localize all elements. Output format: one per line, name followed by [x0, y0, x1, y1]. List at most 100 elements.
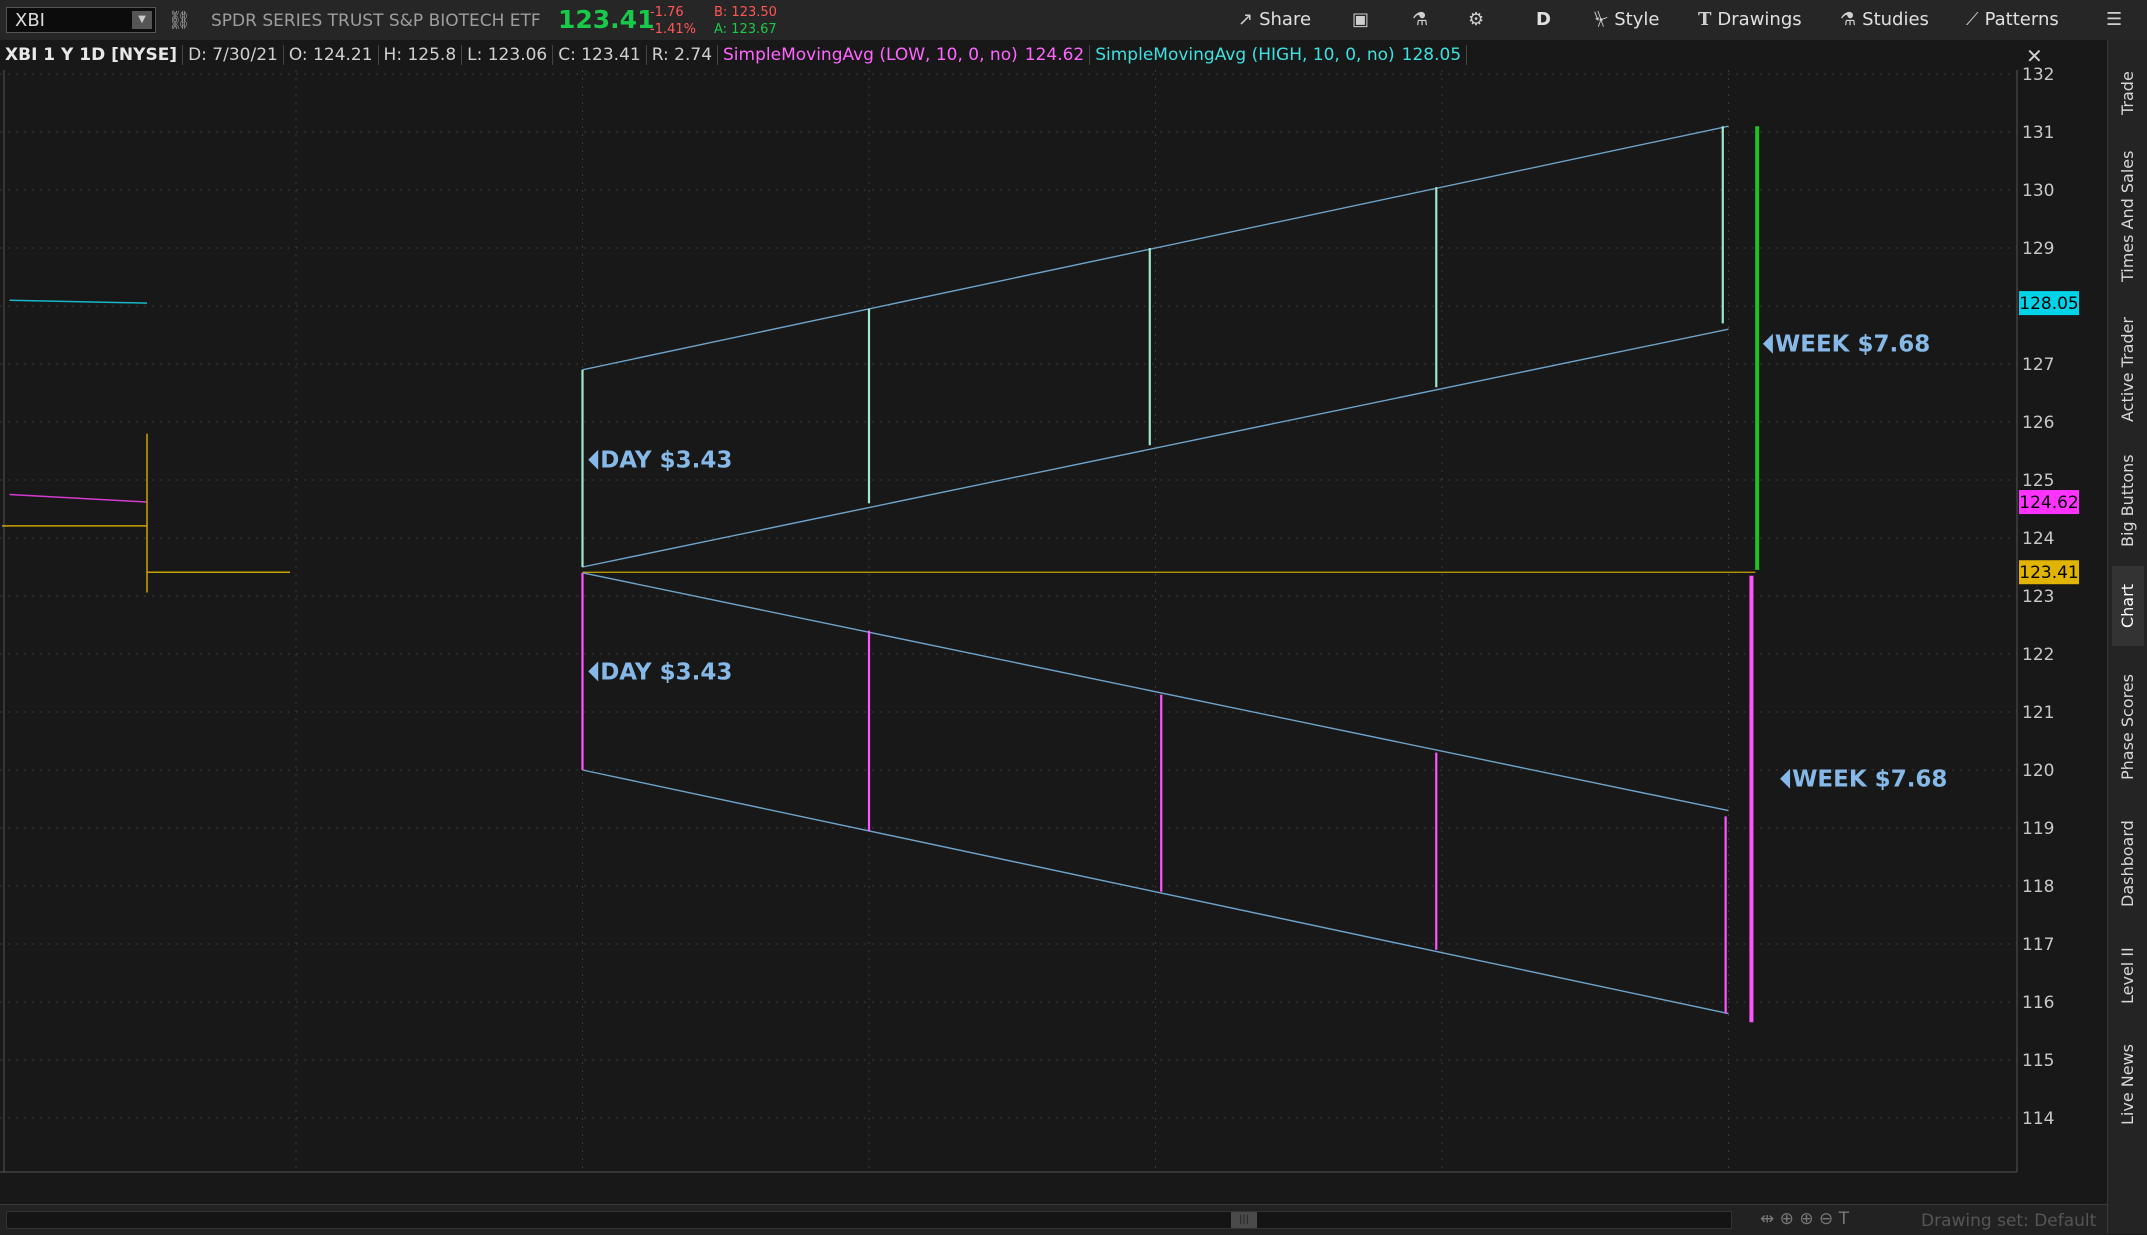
x-tick-label: 8/2 [296, 1178, 323, 1180]
chart-info-bar: XBI 1 Y 1D [NYSE] D: 7/30/21 O: 124.21 H: 1… [0, 41, 1468, 69]
info-date: D: 7/30/21 [183, 45, 284, 65]
y-tick-label: 125 [2022, 471, 2054, 491]
text-icon[interactable]: T [1839, 1209, 1849, 1229]
net-change: -1.76 [650, 5, 684, 20]
flask-studies-icon: ⚗ [1840, 9, 1857, 30]
info-range: R: 2.74 [646, 45, 719, 65]
studies-label: Studies [1862, 9, 1929, 30]
period-button[interactable]: D [1536, 8, 1551, 32]
text-tool-icon: T [1698, 9, 1712, 30]
sma-low-label[interactable]: SimpleMovingAvg (LOW, 10, 0, no) [718, 45, 1020, 65]
sidebar-tab-trade[interactable]: Trade [2112, 58, 2144, 128]
sidebar-tab-dashboard[interactable]: Dashboard [2112, 808, 2144, 920]
sidebar-tab-chart[interactable]: Chart [2112, 566, 2144, 646]
gear-icon: ⚙ [1468, 9, 1485, 30]
share-button[interactable]: ↗ Share [1238, 8, 1311, 32]
sma-high-label[interactable]: SimpleMovingAvg (HIGH, 10, 0, no) [1090, 45, 1396, 65]
symbol-selector[interactable]: XBI ▼ [6, 7, 156, 33]
annotation-label: DAY $3.43 [600, 659, 732, 685]
period-label: D [1536, 9, 1551, 30]
zoom-tools: ⇹ ⊕ ⊕ ⊖ T [1760, 1209, 1849, 1229]
drawings-button[interactable]: T Drawings [1698, 8, 1802, 32]
sidebar-tab-level-ii[interactable]: Level II [2112, 928, 2144, 1024]
x-tick-label: 8/3 [583, 1178, 610, 1180]
share-label: Share [1259, 9, 1312, 30]
price-badge-label: 123.41 [2019, 563, 2078, 583]
settings-button[interactable]: ⚙ [1468, 8, 1490, 32]
price-chart[interactable]: 1331321311301291281271261251241231221211… [0, 40, 2147, 1180]
sma-high-value: 128.05 [1396, 45, 1468, 65]
x-tick-label: 8/9 [1729, 1178, 1756, 1180]
horizontal-scrollbar: ||| ⇹ ⊕ ⊕ ⊖ T Drawing set: Default [0, 1204, 2107, 1235]
style-label: Style [1614, 9, 1660, 30]
crosshair-icon[interactable]: ⊕ [1780, 1209, 1794, 1229]
style-button[interactable]: ⏧ Style [1594, 8, 1659, 32]
link-icon[interactable]: ⛓ [168, 10, 191, 31]
info-open: O: 124.21 [283, 45, 379, 65]
scroll-track[interactable]: ||| [6, 1211, 1732, 1229]
menu-icon: ☰ [2106, 9, 2123, 30]
camera-icon: ▣ [1352, 9, 1370, 30]
studies-button[interactable]: ⚗ Studies [1840, 8, 1929, 32]
sidebar-tab-phase-scores[interactable]: Phase Scores [2112, 654, 2144, 800]
ask-price: A: 123.67 [714, 22, 777, 37]
chart-title: XBI 1 Y 1D [NYSE] [0, 45, 184, 65]
sidebar-tab-active-trader[interactable]: Active Trader [2112, 304, 2144, 436]
y-tick-label: 114 [2022, 1109, 2054, 1129]
x-tick-label: 8/4 [869, 1178, 896, 1180]
chevron-down-icon[interactable]: ▼ [132, 11, 152, 29]
sidebar-tab-live-news[interactable]: Live News [2112, 1032, 2144, 1138]
y-tick-label: 121 [2022, 703, 2054, 723]
y-tick-label: 122 [2022, 645, 2054, 665]
zoom-out-icon[interactable]: ⊖ [1819, 1209, 1833, 1229]
percent-change: -1.41% [650, 22, 696, 37]
patterns-label: Patterns [1984, 9, 2059, 30]
sidebar-tab-big-buttons[interactable]: Big Buttons [2112, 444, 2144, 558]
annotation-label: WEEK $7.68 [1775, 332, 1930, 358]
sma-low-value: 124.62 [1019, 45, 1091, 65]
y-tick-label: 131 [2022, 123, 2054, 143]
info-low: L: 123.06 [462, 45, 554, 65]
right-sidebar-tabs: Trade Times And Sales Active Trader Big But… [2107, 40, 2147, 1234]
last-price: 123.41 [558, 5, 655, 34]
y-tick-label: 120 [2022, 761, 2054, 781]
annotation-label: WEEK $7.68 [1792, 767, 1947, 793]
symbol-description: SPDR SERIES TRUST S&P BIOTECH ETF [211, 11, 541, 31]
y-tick-label: 132 [2022, 65, 2054, 85]
flask-button[interactable]: ⚗ [1412, 8, 1434, 32]
y-tick-label: 115 [2022, 1051, 2054, 1071]
drawings-label: Drawings [1717, 9, 1802, 30]
symbol-text: XBI [15, 10, 45, 31]
flask-icon: ⚗ [1412, 9, 1429, 30]
y-tick-label: 129 [2022, 239, 2054, 259]
price-badge-label: 128.05 [2019, 294, 2078, 314]
y-tick-label: 130 [2022, 181, 2054, 201]
pan-icon[interactable]: ⇹ [1760, 1209, 1774, 1229]
sidebar-tab-times-and-sales[interactable]: Times And Sales [2112, 136, 2144, 296]
close-chart-icon[interactable]: ✕ [2026, 44, 2043, 68]
info-high: H: 125.8 [378, 45, 463, 65]
annotation-label: DAY $3.43 [600, 448, 732, 474]
bid-price: B: 123.50 [714, 5, 777, 20]
share-icon: ↗ [1238, 9, 1254, 30]
style-icon: ⏧ [1594, 9, 1609, 30]
screenshot-button[interactable]: ▣ [1352, 8, 1375, 32]
y-tick-label: 118 [2022, 877, 2054, 897]
scroll-thumb[interactable]: ||| [1231, 1212, 1257, 1228]
x-tick-label: 8/6 [1442, 1178, 1469, 1180]
price-badge-label: 124.62 [2019, 493, 2078, 513]
chart-background [0, 40, 2107, 1180]
y-tick-label: 124 [2022, 529, 2054, 549]
y-tick-label: 116 [2022, 993, 2054, 1013]
y-tick-label: 127 [2022, 355, 2054, 375]
patterns-icon: ⟋ [1966, 9, 1979, 30]
y-tick-label: 126 [2022, 413, 2054, 433]
menu-button[interactable]: ☰ [2106, 8, 2128, 32]
x-tick-label: 8/5 [1156, 1178, 1183, 1180]
zoom-in-icon[interactable]: ⊕ [1799, 1209, 1813, 1229]
info-close: C: 123.41 [553, 45, 647, 65]
patterns-button[interactable]: ⟋ Patterns [1966, 8, 2059, 32]
top-toolbar: XBI ▼ ⛓ SPDR SERIES TRUST S&P BIOTECH ET… [0, 0, 2147, 41]
y-tick-label: 117 [2022, 935, 2054, 955]
drawing-set-label[interactable]: Drawing set: Default [1921, 1211, 2096, 1231]
